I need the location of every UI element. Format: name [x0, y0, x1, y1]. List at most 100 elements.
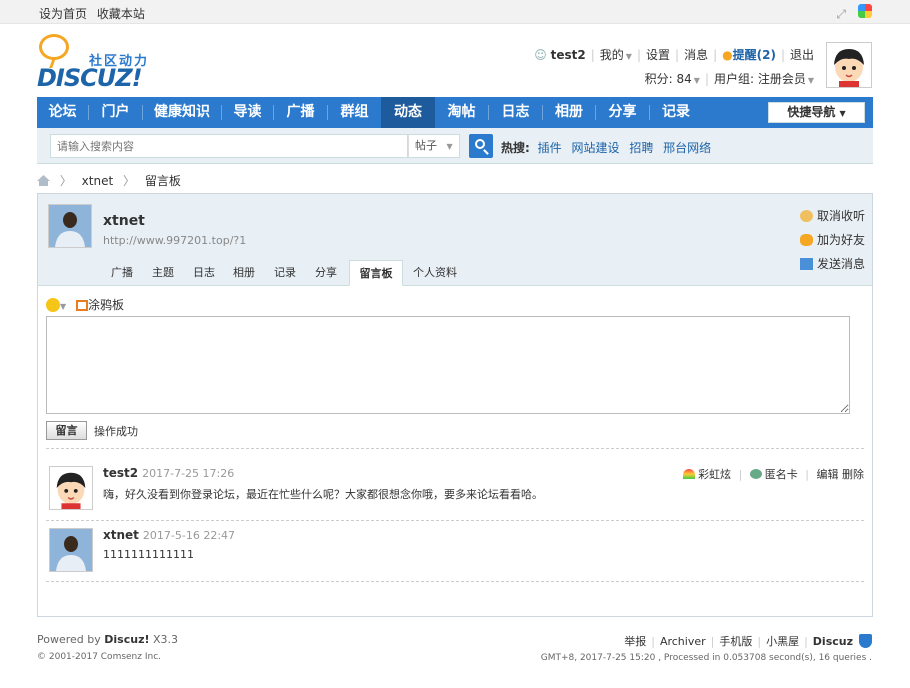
hot-link[interactable]: 招聘 — [629, 141, 653, 155]
archiver-link[interactable]: Archiver — [660, 635, 706, 648]
unfollow-label: 取消收听 — [817, 209, 866, 223]
profile-url[interactable]: http://www.997201.top/?1 — [103, 234, 246, 247]
tab-broadcast[interactable]: 广播 — [102, 260, 142, 286]
comment-avatar[interactable] — [49, 528, 93, 572]
tab-guestbook[interactable]: 留言板 — [349, 260, 403, 286]
search-type-select[interactable]: 帖子 ▼ — [408, 134, 460, 158]
settings-link[interactable]: 设置 — [646, 48, 670, 62]
smiley-icon[interactable] — [46, 298, 60, 312]
remind-link[interactable]: 提醒(2) — [733, 48, 776, 62]
hot-link[interactable]: 邢台网络 — [663, 141, 711, 155]
unfollow-button[interactable]: 取消收听 — [800, 208, 865, 232]
edit-button[interactable]: 编辑 — [817, 468, 839, 481]
nav-item-collection[interactable]: 淘帖 — [435, 97, 488, 128]
expand-icon[interactable]: ⤢ — [834, 7, 848, 21]
nav-item-health[interactable]: 健康知识 — [143, 97, 221, 128]
user-info: ☺ test2 | 我的 ▼ | 设置 | 消息 | ●提醒(2) | 退出 积分: 84 ▼ | 用户组:… — [534, 48, 814, 86]
rainbow-button[interactable]: 彩虹炫 — [698, 468, 731, 481]
tab-threads[interactable]: 主题 — [142, 260, 184, 286]
tab-share[interactable]: 分享 — [306, 260, 346, 286]
nav-item-broadcast[interactable]: 广播 — [274, 97, 327, 128]
delete-button[interactable]: 删除 — [842, 468, 864, 481]
nav-item-portal[interactable]: 门户 — [89, 97, 142, 128]
unfollow-icon — [800, 210, 813, 222]
search-button[interactable] — [469, 134, 493, 158]
username-link[interactable]: test2 — [551, 48, 586, 62]
logo-brand: DISCUZ! — [37, 64, 143, 92]
search-input[interactable] — [50, 134, 408, 158]
mobile-link[interactable]: 手机版 — [719, 635, 752, 648]
tab-blog[interactable]: 日志 — [184, 260, 224, 286]
bookmark-link[interactable]: 收藏本站 — [97, 7, 145, 21]
message-textarea[interactable] — [46, 316, 850, 414]
editor-toolbar: ▼ 涂鸦板 — [46, 296, 124, 313]
nav-item-group[interactable]: 群组 — [328, 97, 381, 128]
shield-icon — [859, 634, 872, 648]
logo-bubble-icon — [39, 34, 69, 60]
nav-item-album[interactable]: 相册 — [543, 97, 595, 128]
anonymous-button[interactable]: 匿名卡 — [765, 468, 798, 481]
tab-record[interactable]: 记录 — [264, 260, 306, 286]
comment-avatar[interactable] — [49, 466, 93, 510]
home-icon[interactable] — [37, 175, 50, 186]
nav-item-record[interactable]: 记录 — [650, 97, 702, 128]
site-logo[interactable]: 社区动力 DISCUZ! — [37, 32, 152, 92]
graffiti-button[interactable]: 涂鸦板 — [88, 298, 124, 312]
cartoon-avatar-icon — [834, 49, 864, 87]
messages-link[interactable]: 消息 — [684, 48, 708, 62]
user-photo-icon — [49, 205, 91, 247]
main-nav: 论坛 门户 健康知识 导读 广播 群组 动态 淘帖 日志 相册 分享 记录 快捷… — [37, 97, 873, 128]
color-scheme-icon[interactable] — [858, 4, 872, 18]
quick-nav-button[interactable]: 快捷导航 ▼ — [768, 102, 865, 123]
footer-copyright: © 2001-2017 Comsenz Inc. — [37, 652, 162, 662]
hot-link[interactable]: 网站建设 — [571, 141, 619, 155]
chevron-down-icon: ▼ — [693, 76, 700, 85]
chevron-down-icon: ▼ — [446, 142, 453, 151]
nav-item-feed[interactable]: 动态 — [381, 97, 435, 128]
usergroup-menu[interactable]: 用户组: 注册会员 — [714, 72, 806, 86]
add-friend-button[interactable]: 加为好友 — [800, 232, 865, 256]
breadcrumb-user[interactable]: xtnet — [82, 174, 114, 188]
footer-info: GMT+8, 2017-7-25 15:20 , Processed in 0.… — [540, 653, 872, 663]
chevron-down-icon: ▼ — [839, 109, 846, 118]
nav-item-share[interactable]: 分享 — [596, 97, 649, 128]
footer-brand-link[interactable]: Discuz! — [104, 633, 149, 646]
tab-album[interactable]: 相册 — [224, 260, 264, 286]
footer-version: X3.3 — [153, 633, 179, 646]
powered-by-text: Powered by — [37, 633, 101, 646]
user-photo-icon — [50, 529, 92, 571]
discuz-link[interactable]: Discuz — [813, 635, 853, 648]
nav-item-blog[interactable]: 日志 — [489, 97, 542, 128]
report-link[interactable]: 举报 — [624, 635, 646, 648]
logout-link[interactable]: 退出 — [790, 48, 814, 62]
search-icon — [475, 139, 485, 149]
profile-avatar[interactable] — [48, 204, 92, 248]
anonymous-card-icon — [749, 469, 762, 479]
comment-text: 1111111111111 — [103, 548, 194, 561]
send-message-button[interactable]: 发送消息 — [800, 256, 865, 280]
points-menu[interactable]: 积分: 84 — [645, 72, 692, 86]
search-bar: 帖子 ▼ 热搜: 插件 网站建设 招聘 邢台网络 — [37, 128, 873, 164]
tab-profile[interactable]: 个人资料 — [406, 260, 464, 286]
hot-label: 热搜: — [501, 141, 530, 155]
comment-author[interactable]: xtnet — [103, 528, 139, 542]
send-message-label: 发送消息 — [817, 257, 866, 271]
hot-link[interactable]: 插件 — [538, 141, 562, 155]
breadcrumb: 〉 xtnet 〉 留言板 — [37, 172, 181, 189]
blacklist-link[interactable]: 小黑屋 — [766, 635, 799, 648]
avatar[interactable] — [826, 42, 872, 88]
status-text: 操作成功 — [94, 425, 138, 438]
nav-item-guide[interactable]: 导读 — [222, 97, 273, 128]
bulb-icon: ● — [722, 48, 733, 62]
search-type-label: 帖子 — [415, 139, 437, 152]
submit-message-button[interactable]: 留言 — [46, 421, 87, 440]
set-home-link[interactable]: 设为首页 — [39, 7, 87, 21]
my-menu[interactable]: 我的 — [600, 48, 624, 62]
top-bar: 设为首页 收藏本站 ⤢ — [0, 0, 910, 24]
profile-name[interactable]: xtnet — [103, 213, 145, 229]
comment-author[interactable]: test2 — [103, 466, 138, 480]
add-friend-label: 加为好友 — [817, 233, 866, 247]
profile-header: xtnet http://www.997201.top/?1 广播 主题 日志 … — [38, 194, 872, 286]
comment-text: 嗨，好久没看到你登录论坛，最近在忙些什么呢？大家都很想念你哦，要多来论坛看看哈。 — [103, 488, 543, 501]
nav-item-forum[interactable]: 论坛 — [37, 97, 88, 128]
